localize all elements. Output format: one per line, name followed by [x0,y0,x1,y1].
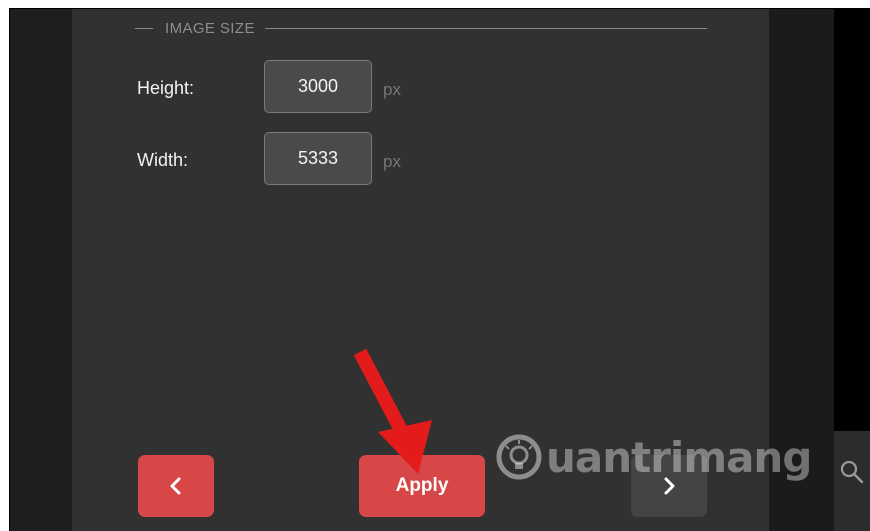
lightbulb-logo-icon [496,434,542,480]
annotation-arrow [353,348,432,474]
height-input[interactable]: 3000 [264,60,372,113]
previous-button[interactable] [138,455,214,517]
height-label: Height: [137,78,195,98]
width-label: Width: [137,150,189,170]
left-gutter [10,9,72,531]
watermark-text: uantrimang [546,432,812,482]
chevron-left-icon [170,477,181,495]
height-unit: px [383,80,401,99]
divider-left [135,27,153,29]
width-unit: px [383,152,401,171]
section-header: IMAGE SIZE [135,17,707,39]
watermark: uantrimang [494,422,812,492]
width-input[interactable]: 5333 [264,132,372,185]
search-icon[interactable] [838,458,866,486]
divider-right [264,27,707,29]
section-title: IMAGE SIZE [165,19,255,37]
preview-area [834,9,870,431]
